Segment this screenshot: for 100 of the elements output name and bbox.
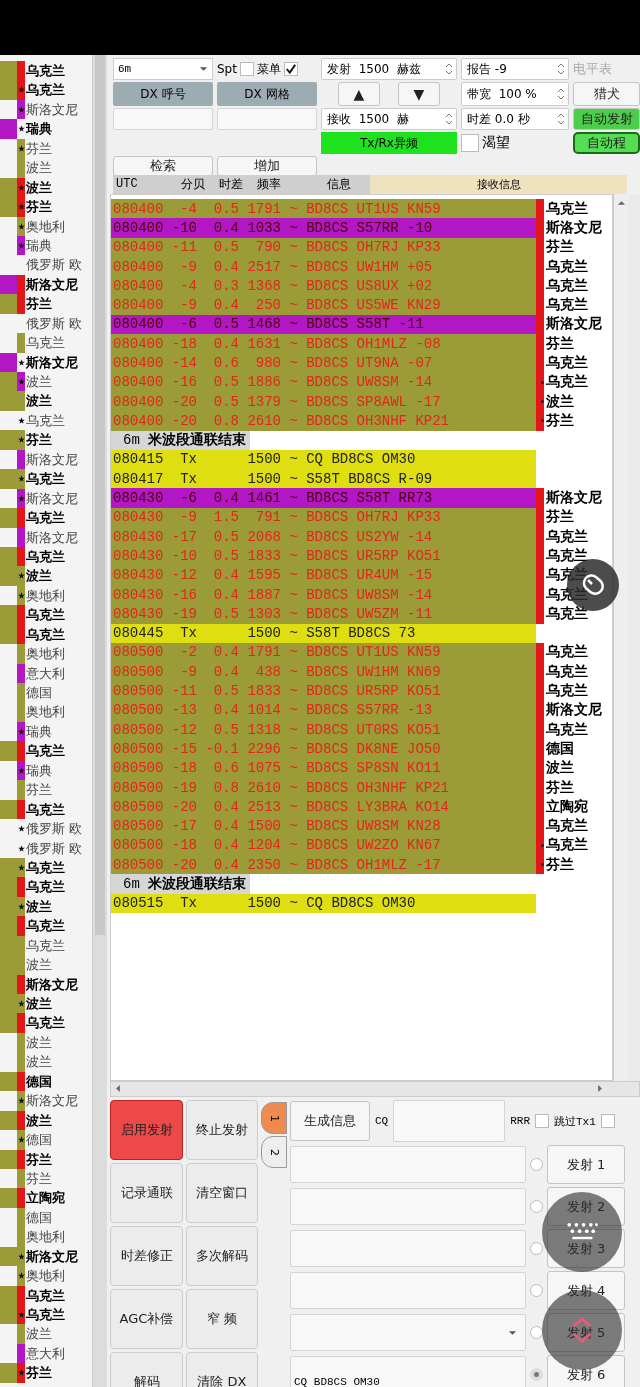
split-button[interactable]: Tx/Rx异频 [321, 132, 457, 154]
bandwidth-spinbox[interactable]: 带宽 100 % [461, 82, 569, 106]
country-list-item[interactable]: 乌克兰 [25, 1305, 65, 1325]
tab[interactable]: 1 [261, 1102, 287, 1135]
country-list-item[interactable]: 波兰 [25, 1052, 52, 1072]
country-list-item[interactable]: 斯洛文尼 [25, 527, 78, 547]
checkbox[interactable] [535, 1114, 549, 1129]
log-row[interactable]: 080417 Tx 1500 ~ S58T BD8CS R-09 [111, 469, 536, 489]
log-row[interactable]: 080445 Tx 1500 ~ S58T BD8CS 73 [111, 623, 536, 643]
band-select[interactable]: 6m [113, 58, 213, 80]
country-list-item[interactable]: 乌克兰 [25, 624, 65, 645]
country-list-item[interactable]: 乌克兰 [25, 935, 65, 956]
country-list-item[interactable]: 乌克兰 [25, 61, 65, 81]
country-list-item[interactable]: 奥地利 [25, 702, 65, 722]
message-field[interactable] [290, 1272, 526, 1310]
country-list-item[interactable]: 乌克兰 [25, 546, 65, 567]
country-list-item[interactable]: 波兰 [25, 1032, 52, 1053]
country-list-item[interactable]: 奥地利 [25, 1227, 65, 1247]
radio-button[interactable] [530, 1242, 543, 1256]
country-list-item[interactable]: 奥地利 [25, 216, 65, 236]
control-button[interactable]: 记录通联 [110, 1163, 183, 1224]
country-list-item[interactable]: 俄罗斯 欧 [25, 838, 83, 858]
country-list-item[interactable]: 波兰 [25, 372, 52, 392]
country-list-item[interactable]: 乌克兰 [25, 799, 65, 820]
auto-tx-button[interactable]: 自动发射 [573, 108, 640, 130]
country-list-item[interactable]: 乌克兰 [25, 333, 65, 353]
report-spinbox[interactable]: 报告 -9 [461, 58, 569, 80]
country-list-item[interactable]: 乌克兰 [25, 605, 65, 625]
message-field[interactable]: CQ BD8CS OM30 [290, 1356, 526, 1387]
country-list-item[interactable]: 乌克兰 [25, 508, 65, 528]
country-list-item[interactable]: 乌克兰 [25, 80, 65, 100]
add-button[interactable]: 增加 [217, 156, 317, 176]
message-field[interactable] [290, 1230, 526, 1268]
time-offset-spinbox[interactable]: 时差 0.0 秒 [461, 108, 569, 130]
country-list-item[interactable]: 德国 [25, 683, 52, 703]
country-list-item[interactable]: 芬兰 [25, 430, 52, 450]
country-list-item[interactable]: 芬兰 [25, 197, 52, 217]
country-list-item[interactable]: 斯洛文尼 [25, 99, 78, 120]
radio-button[interactable] [530, 1200, 543, 1214]
country-list-item[interactable]: 瑞典 [25, 760, 52, 781]
country-list-item[interactable]: 斯洛文尼 [25, 1091, 78, 1111]
radio-button[interactable] [530, 1158, 543, 1172]
cq-field[interactable] [393, 1100, 506, 1143]
tx-frequency-spinbox[interactable]: 发射 1500 赫兹 [321, 58, 457, 80]
send-button[interactable]: 发射 1 [547, 1145, 625, 1185]
country-list-item[interactable]: 意大利 [25, 1343, 65, 1364]
up-button[interactable]: ▲ [338, 82, 380, 106]
country-list-item[interactable]: 波兰 [25, 177, 52, 198]
dx-call-field[interactable] [113, 108, 213, 130]
checkbox[interactable] [461, 134, 479, 152]
auto-sequence-button[interactable]: 自动程 [573, 132, 640, 154]
send-button[interactable]: 发射 2 [547, 1187, 625, 1227]
country-list-item[interactable]: 乌克兰 [25, 741, 65, 761]
country-list-item[interactable]: 波兰 [25, 896, 52, 917]
send-button[interactable]: 发射 3 [547, 1229, 625, 1269]
search-button[interactable]: 检索 [113, 156, 213, 176]
tab[interactable]: 2 [261, 1136, 287, 1169]
rx-frequency-spinbox[interactable]: 接收 1500 赫 [321, 108, 457, 130]
country-list-item[interactable]: 波兰 [25, 158, 52, 178]
floating-button[interactable] [542, 1192, 622, 1272]
country-list-item[interactable]: 德国 [25, 1130, 52, 1150]
country-list-item[interactable]: 乌克兰 [25, 410, 65, 431]
country-list-item[interactable]: 乌克兰 [25, 916, 65, 936]
message-field[interactable] [290, 1146, 526, 1184]
country-list-item[interactable]: 俄罗斯 欧 [25, 255, 83, 275]
country-list-item[interactable]: 芬兰 [25, 1168, 52, 1189]
country-list-item[interactable]: 立陶宛 [25, 1188, 65, 1208]
country-list-item[interactable]: 波兰 [25, 1324, 52, 1344]
control-button[interactable]: 清空窗口 [186, 1163, 258, 1224]
hound-button[interactable]: 猎犬 [573, 82, 640, 106]
country-list-item[interactable]: 斯洛文尼 [25, 274, 78, 295]
radio-button[interactable] [530, 1284, 543, 1298]
country-list-item[interactable]: 芬兰 [25, 1149, 52, 1169]
dx-grid-field[interactable] [217, 108, 317, 130]
country-list-item[interactable]: 意大利 [25, 663, 65, 683]
country-list-item[interactable]: 乌克兰 [25, 877, 65, 897]
country-list-item[interactable]: 瑞典 [25, 235, 52, 256]
country-list-item[interactable]: 斯洛文尼 [25, 1246, 78, 1267]
country-list-item[interactable]: 芬兰 [25, 780, 52, 800]
control-button[interactable]: AGC补偿 [110, 1289, 183, 1350]
scrollbar[interactable] [613, 193, 628, 1081]
country-list-item[interactable]: 波兰 [25, 955, 52, 975]
checkbox[interactable] [600, 1114, 615, 1129]
control-button[interactable]: 窄 频 [186, 1289, 258, 1350]
country-list-item[interactable]: 乌克兰 [25, 1013, 65, 1033]
country-list-item[interactable]: 斯洛文尼 [25, 488, 78, 509]
country-list-item[interactable]: 波兰 [25, 566, 52, 586]
country-list-item[interactable]: 瑞典 [25, 721, 52, 742]
country-list-item[interactable]: 波兰 [25, 391, 52, 411]
control-button[interactable]: 多次解码 [186, 1226, 258, 1287]
log-row[interactable]: 080515 Tx 1500 ~ CQ BD8CS OM30 [111, 893, 536, 913]
country-list-item[interactable]: 乌克兰 [25, 1285, 65, 1305]
country-list-item[interactable]: 俄罗斯 欧 [25, 819, 83, 839]
country-list-item[interactable]: 德国 [25, 1071, 52, 1092]
country-list-item[interactable]: 波兰 [25, 1110, 52, 1131]
country-list-item[interactable]: 斯洛文尼 [25, 352, 78, 372]
scrollbar[interactable] [92, 55, 107, 1387]
country-list-item[interactable]: 芬兰 [25, 138, 52, 159]
log-row[interactable]: 080415 Tx 1500 ~ CQ BD8CS OM30 [111, 449, 536, 470]
generate-button[interactable]: 生成信息 [290, 1101, 370, 1142]
